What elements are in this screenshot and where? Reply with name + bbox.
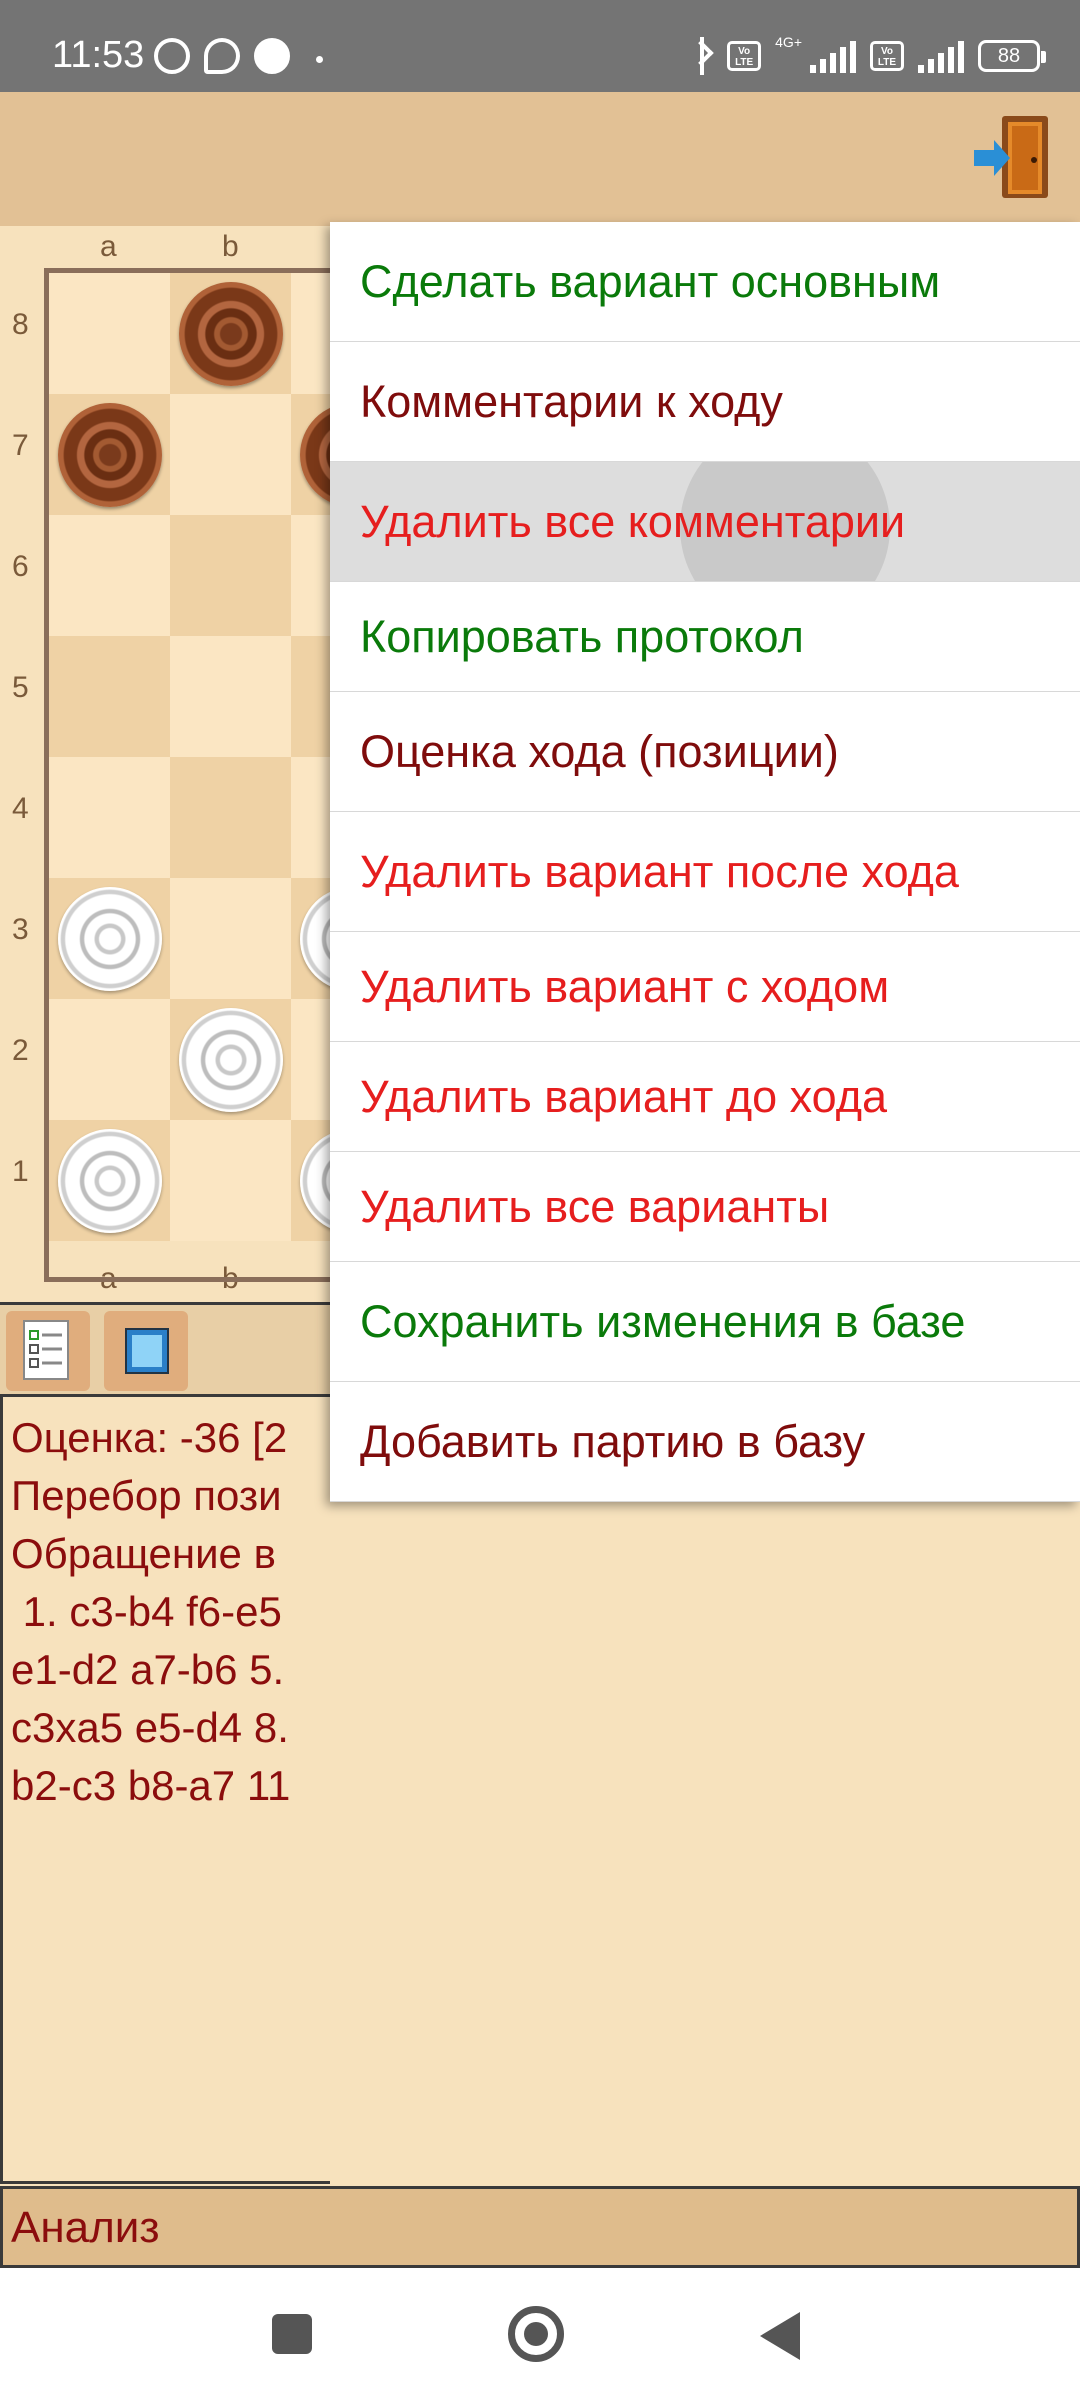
volte-icon: Vo LTE: [727, 41, 762, 71]
board-square[interactable]: [49, 999, 170, 1120]
white-checker-piece[interactable]: [178, 1007, 283, 1112]
notation-button[interactable]: [6, 1311, 90, 1391]
menu-item-label: Копировать протокол: [360, 610, 804, 662]
tab-label: Анализ: [11, 2203, 160, 2252]
menu-item-save-changes-to-database[interactable]: Сохранить изменения в базе: [330, 1262, 1080, 1382]
analysis-toolbar: [0, 1302, 330, 1394]
white-checker-piece[interactable]: [57, 886, 162, 991]
home-icon[interactable]: [508, 2306, 564, 2362]
call-icon: [254, 38, 290, 74]
board-square[interactable]: [170, 878, 291, 999]
menu-item-label: Оценка хода (позиции): [360, 725, 839, 777]
rank-label: 8: [12, 308, 29, 341]
board-square[interactable]: [170, 757, 291, 878]
app-toolbar: [0, 92, 1080, 226]
menu-item-label: Удалить вариант с ходом: [360, 960, 890, 1012]
menu-item-move-comments[interactable]: Комментарии к ходу: [330, 342, 1080, 462]
menu-item-label: Сделать вариант основным: [360, 255, 941, 307]
rank-label: 2: [12, 1034, 29, 1067]
rank-label: 7: [12, 429, 29, 462]
battery-icon: 88: [978, 40, 1046, 72]
menu-item-label: Удалить все варианты: [360, 1180, 830, 1232]
analysis-line: Перебор пози: [11, 1472, 282, 1519]
menu-item-copy-protocol[interactable]: Копировать протокол: [330, 582, 1080, 692]
board-square[interactable]: [170, 394, 291, 515]
notification-dot-icon: [316, 56, 323, 63]
network-type: 4G+: [775, 34, 802, 50]
rank-label: 5: [12, 671, 29, 704]
exit-door-icon[interactable]: [972, 112, 1052, 202]
board-square[interactable]: [49, 515, 170, 636]
white-checker-piece[interactable]: [57, 1128, 162, 1233]
menu-item-delete-variation-before-move[interactable]: Удалить вариант до хода: [330, 1042, 1080, 1152]
board-square[interactable]: [170, 515, 291, 636]
analysis-output: Оценка: -36 [2 Перебор пози Обращение в …: [0, 1394, 330, 2184]
file-label: a: [100, 230, 117, 263]
board-square[interactable]: [49, 757, 170, 878]
status-bar: 11:53 Vo LTE 4G+ Vo LTE 88: [0, 0, 1080, 92]
document-checklist-icon: [23, 1320, 69, 1380]
file-label: b: [222, 230, 239, 263]
menu-item-make-main-variation[interactable]: Сделать вариант основным: [330, 222, 1080, 342]
board-square[interactable]: [170, 636, 291, 757]
analysis-line: e1-d2 a7-b6 5.: [11, 1646, 285, 1693]
recents-icon[interactable]: [272, 2314, 312, 2354]
board-view-button[interactable]: [104, 1311, 188, 1391]
viber-icon: [154, 38, 190, 74]
analysis-line: Обращение в: [11, 1530, 276, 1577]
menu-item-label: Удалить вариант после хода: [360, 845, 959, 897]
window-icon: [125, 1328, 169, 1374]
menu-item-label: Добавить партию в базу: [360, 1415, 866, 1467]
menu-item-delete-variation-after-move[interactable]: Удалить вариант после хода: [330, 812, 1080, 932]
analysis-line: b2-c3 b8-a7 11: [11, 1762, 291, 1809]
menu-item-add-game-to-database[interactable]: Добавить партию в базу: [330, 1382, 1080, 1502]
clock: 11:53: [52, 34, 145, 76]
menu-item-delete-all-comments[interactable]: Удалить все комментарии: [330, 462, 1080, 582]
rank-label: 1: [12, 1155, 29, 1188]
board-area: a b a b 8 7 6 5 4 3 2 1: [0, 226, 1058, 1302]
board-square[interactable]: [49, 636, 170, 757]
rank-label: 3: [12, 913, 29, 946]
system-nav-bar: [0, 2268, 1080, 2400]
menu-item-label: Удалить вариант до хода: [360, 1070, 887, 1122]
analysis-line: 1. c3-b4 f6-e5: [11, 1588, 282, 1635]
analysis-line: c3xa5 e5-d4 8.: [11, 1704, 289, 1751]
board-square[interactable]: [49, 273, 170, 394]
menu-item-delete-all-variations[interactable]: Удалить все варианты: [330, 1152, 1080, 1262]
board-square[interactable]: [170, 1120, 291, 1241]
black-checker-piece[interactable]: [178, 281, 283, 386]
menu-item-delete-variation-with-move[interactable]: Удалить вариант с ходом: [330, 932, 1080, 1042]
menu-item-label: Сохранить изменения в базе: [360, 1295, 966, 1347]
black-checker-piece[interactable]: [57, 402, 162, 507]
analysis-tab[interactable]: Анализ: [0, 2186, 1080, 2268]
menu-item-move-evaluation[interactable]: Оценка хода (позиции): [330, 692, 1080, 812]
signal-icon: [810, 39, 856, 73]
status-icons: Vo LTE 4G+ Vo LTE 88: [691, 34, 1046, 78]
rank-label: 6: [12, 550, 29, 583]
menu-item-label: Комментарии к ходу: [360, 375, 783, 427]
menu-item-label: Удалить все комментарии: [360, 495, 906, 547]
back-icon[interactable]: [760, 2312, 800, 2360]
volte-icon-2: Vo LTE: [870, 41, 904, 71]
context-menu: Сделать вариант основным Комментарии к х…: [330, 222, 1080, 1502]
bluetooth-icon: [691, 37, 713, 75]
analysis-line: Оценка: -36 [2: [11, 1414, 288, 1461]
at-icon: [204, 38, 240, 74]
rank-label: 4: [12, 792, 29, 825]
signal-icon-2: [918, 39, 964, 73]
